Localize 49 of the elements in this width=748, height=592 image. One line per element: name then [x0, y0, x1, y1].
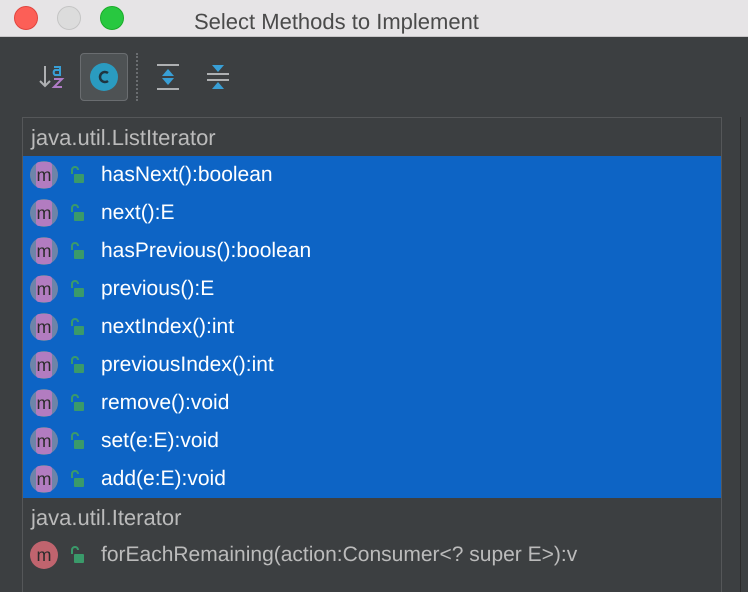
unlocked-icon [69, 280, 85, 298]
method-label: hasNext():boolean [101, 162, 273, 188]
method-label: hasPrevious():boolean [101, 238, 312, 264]
method-icon: m [29, 350, 59, 380]
method-label: previous():E [101, 276, 214, 302]
group-header[interactable]: java.util.Iterator [23, 498, 721, 536]
method-label: add(e:E):void [101, 466, 226, 492]
method-row[interactable]: m nextIndex():int [23, 308, 721, 346]
method-label: forEachRemaining(action:Consumer<? super E>):v [101, 542, 578, 568]
method-label: set(e:E):void [101, 428, 219, 454]
unlocked-icon [69, 470, 85, 488]
unlocked-icon [69, 242, 85, 260]
method-row[interactable]: m forEachRemaining(action:Consumer<? super E>):v [23, 536, 721, 574]
method-icon: m [29, 426, 59, 456]
collapse-all-icon [205, 62, 231, 92]
method-row[interactable]: m previousIndex():int [23, 346, 721, 384]
classes-button[interactable] [80, 53, 128, 101]
expand-all-icon [155, 62, 181, 92]
zoom-button[interactable] [100, 6, 124, 30]
method-row[interactable]: m add(e:E):void [23, 460, 721, 498]
method-icon: m [29, 464, 59, 494]
unlocked-icon [69, 356, 85, 374]
method-icon: m [29, 160, 59, 190]
unlocked-icon [69, 394, 85, 412]
method-icon: m [29, 388, 59, 418]
method-icon: m [29, 236, 59, 266]
method-label: previousIndex():int [101, 352, 274, 378]
method-row[interactable]: m hasPrevious():boolean [23, 232, 721, 270]
method-row[interactable]: m set(e:E):void [23, 422, 721, 460]
unlocked-icon [69, 204, 85, 222]
unlocked-icon [69, 166, 85, 184]
window-title: Select Methods to Implement [194, 8, 479, 36]
method-row[interactable]: m hasNext():boolean [23, 156, 721, 194]
method-label: remove():void [101, 390, 230, 416]
method-row[interactable]: m remove():void [23, 384, 721, 422]
unlocked-icon [69, 318, 85, 336]
class-icon [89, 62, 119, 92]
close-button[interactable] [14, 6, 38, 30]
method-icon: m [29, 312, 59, 342]
method-label: nextIndex():int [101, 314, 234, 340]
method-icon: m [29, 198, 59, 228]
method-icon: m [29, 540, 59, 570]
group-header[interactable]: java.util.ListIterator [23, 118, 721, 156]
method-row[interactable]: m next():E [23, 194, 721, 232]
unlocked-icon [69, 546, 85, 564]
method-label: next():E [101, 200, 175, 226]
unlocked-icon [69, 432, 85, 450]
method-icon: m [29, 274, 59, 304]
method-row[interactable]: m previous():E [23, 270, 721, 308]
